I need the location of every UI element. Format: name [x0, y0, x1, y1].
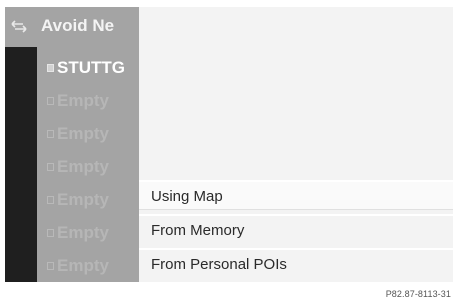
- slot-icon: [47, 196, 54, 204]
- slot-icon: [47, 229, 54, 237]
- list-item-label: Empty: [57, 124, 109, 143]
- back-arrow-icon[interactable]: [11, 20, 27, 34]
- avoid-area-list: STUTTG Empty Empty Empty Empty Empty Emp…: [37, 47, 139, 282]
- slot-icon: [47, 97, 54, 105]
- slot-icon: [47, 262, 54, 270]
- option-menu: Using Map From Memory From Personal POIs: [139, 7, 453, 282]
- menu-item-from-personal-pois[interactable]: From Personal POIs: [139, 248, 453, 278]
- slot-icon: [47, 64, 54, 72]
- list-item[interactable]: Empty: [37, 86, 139, 116]
- list-item-label: STUTTG: [57, 58, 125, 77]
- list-item[interactable]: STUTTG: [37, 53, 139, 83]
- menu-item-using-map[interactable]: Using Map: [139, 180, 453, 210]
- left-strip: [5, 47, 37, 282]
- list-item[interactable]: Empty: [37, 185, 139, 215]
- list-item[interactable]: Empty: [37, 218, 139, 248]
- image-code: P82.87-8113-31: [385, 289, 451, 299]
- list-item[interactable]: Empty: [37, 152, 139, 182]
- slot-icon: [47, 130, 54, 138]
- menu-item-label: From Personal POIs: [151, 255, 287, 273]
- list-item-label: Empty: [57, 190, 109, 209]
- list-item[interactable]: Empty: [37, 251, 139, 281]
- navigation-screen: Avoid Ne STUTTG Empty Empty Empty Empty …: [5, 7, 453, 282]
- slot-icon: [47, 163, 54, 171]
- menu-item-label: Using Map: [151, 187, 223, 205]
- menu-item-label: From Memory: [151, 221, 245, 239]
- list-item-label: Empty: [57, 256, 109, 275]
- list-item-label: Empty: [57, 223, 109, 242]
- list-item-label: Empty: [57, 157, 109, 176]
- header-title: Avoid Ne: [41, 16, 115, 35]
- menu-item-from-memory[interactable]: From Memory: [139, 214, 453, 244]
- list-item-label: Empty: [57, 91, 109, 110]
- header-bar: Avoid Ne: [5, 7, 139, 47]
- list-item[interactable]: Empty: [37, 119, 139, 149]
